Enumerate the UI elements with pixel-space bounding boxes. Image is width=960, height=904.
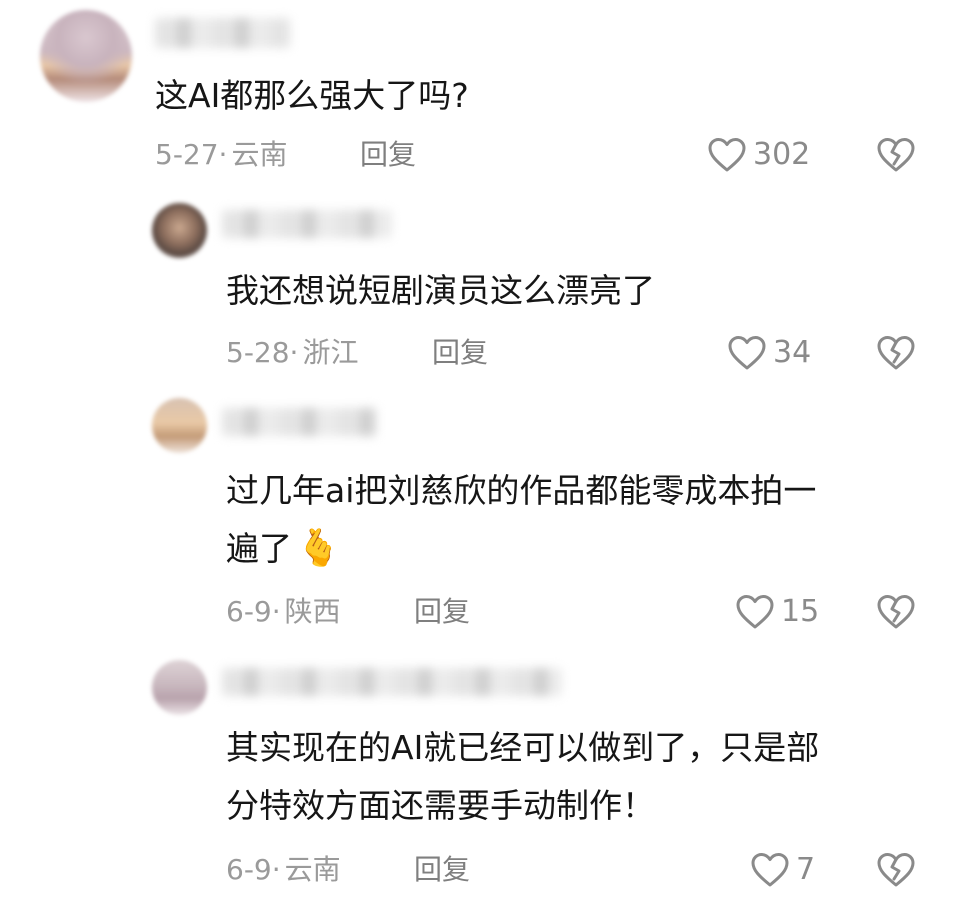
avatar[interactable] (152, 398, 207, 453)
reply-button[interactable]: 回复 (432, 333, 488, 373)
avatar[interactable] (152, 203, 207, 258)
username-blurred[interactable] (222, 408, 377, 436)
heart-outline-icon (751, 853, 789, 887)
like-count: 302 (753, 137, 811, 172)
like-button[interactable]: 302 (707, 135, 810, 175)
broken-heart-icon (877, 853, 915, 887)
comment-meta: 6-9· 陕西 (226, 592, 341, 632)
comment-line: 我还想说短剧演员这么漂亮了 (226, 271, 655, 310)
meta-separator: · (289, 336, 299, 369)
comment-text: 过几年ai把刘慈欣的作品都能零成本拍一 遍了 🫰 (226, 465, 816, 575)
broken-heart-icon (877, 138, 915, 172)
username-blurred[interactable] (222, 668, 562, 696)
meta-separator: · (218, 138, 228, 171)
username-blurred[interactable] (222, 210, 392, 238)
comment-location: 云南 (284, 853, 341, 886)
comment-date: 5-28 (226, 336, 290, 369)
comment-line: 这AI都那么强大了吗? (155, 76, 469, 115)
reply-button[interactable]: 回复 (360, 135, 416, 175)
dislike-button[interactable] (876, 851, 916, 889)
dislike-button[interactable] (876, 334, 916, 372)
comment-meta: 5-27· 云南 (155, 135, 287, 175)
comment-date: 6-9 (226, 595, 272, 628)
finger-heart-emoji: 🫰 (296, 528, 341, 569)
comment-meta: 6-9· 云南 (226, 850, 341, 890)
dislike-button[interactable] (876, 136, 916, 174)
username-blurred[interactable] (155, 18, 290, 48)
comment-location: 云南 (231, 138, 288, 171)
heart-outline-icon (736, 595, 774, 629)
heart-outline-icon (728, 336, 766, 370)
comment-location: 陕西 (284, 595, 341, 628)
like-count: 15 (781, 594, 820, 629)
comment-meta: 5-28· 浙江 (226, 333, 358, 373)
meta-separator: · (271, 595, 281, 628)
reply-button[interactable]: 回复 (414, 592, 470, 632)
comment-line-wrap: 遍了 🫰 (226, 523, 816, 575)
like-count: 34 (773, 335, 812, 370)
dislike-button[interactable] (876, 593, 916, 631)
avatar[interactable] (152, 660, 207, 715)
comment-text: 我还想说短剧演员这么漂亮了 (226, 265, 655, 317)
reply-button[interactable]: 回复 (414, 850, 470, 890)
broken-heart-icon (877, 595, 915, 629)
comment-date: 6-9 (226, 853, 272, 886)
avatar[interactable] (40, 10, 132, 102)
like-button[interactable]: 34 (727, 333, 811, 373)
like-button[interactable]: 15 (735, 592, 819, 632)
comment-text: 这AI都那么强大了吗? (155, 70, 469, 122)
comment-line: 其实现在的AI就已经可以做到了，只是部 (226, 728, 820, 767)
like-button[interactable]: 7 (750, 850, 815, 890)
comment-line: 分特效方面还需要手动制作！ (226, 786, 655, 825)
meta-separator: · (271, 853, 281, 886)
comment-line: 过几年ai把刘慈欣的作品都能零成本拍一 (226, 471, 817, 510)
comment-location: 浙江 (302, 336, 359, 369)
broken-heart-icon (877, 336, 915, 370)
heart-outline-icon (708, 138, 746, 172)
comment-line: 遍了 (226, 529, 292, 568)
like-count: 7 (796, 852, 816, 887)
comment-date: 5-27 (155, 138, 219, 171)
comment-text: 其实现在的AI就已经可以做到了，只是部 分特效方面还需要手动制作！ (226, 722, 819, 832)
